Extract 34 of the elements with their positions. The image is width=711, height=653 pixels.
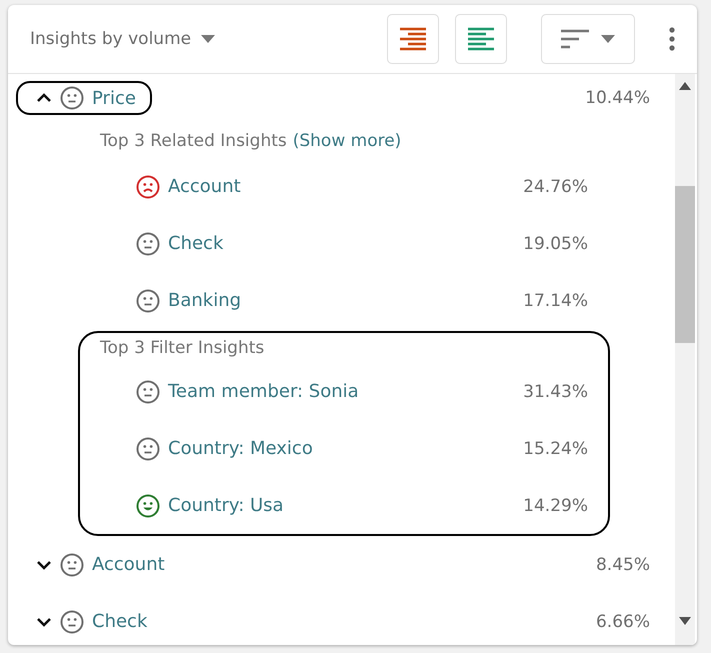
section-heading: Top 3 Filter Insights bbox=[100, 338, 264, 358]
insight-percent: 31.43% bbox=[523, 382, 588, 402]
caret-icon bbox=[601, 35, 615, 43]
insight-percent: 17.14% bbox=[523, 290, 588, 310]
show-more-link[interactable]: (Show more) bbox=[292, 131, 402, 151]
scrollbar[interactable] bbox=[675, 74, 695, 645]
caret-icon bbox=[201, 35, 216, 43]
sort-icon bbox=[561, 29, 589, 49]
topic-label[interactable]: Account bbox=[92, 554, 165, 575]
insight-label[interactable]: Country: Mexico bbox=[168, 438, 313, 459]
scroll-up-icon bbox=[679, 82, 691, 90]
align-left-icon bbox=[468, 27, 494, 51]
insight-label[interactable]: Country: Usa bbox=[168, 495, 284, 516]
align-right-icon bbox=[400, 27, 426, 51]
view-dropdown[interactable]: Insights by volume bbox=[30, 29, 216, 49]
topic-percent: 6.66% bbox=[596, 612, 650, 632]
insight-percent: 24.76% bbox=[523, 176, 588, 196]
topic-label[interactable]: Price bbox=[92, 88, 136, 108]
section-heading: Top 3 Related Insights bbox=[100, 131, 287, 151]
topic-percent: 10.44% bbox=[585, 88, 650, 108]
more-icon bbox=[669, 27, 675, 51]
insight-percent: 14.29% bbox=[523, 496, 588, 516]
insight-label[interactable]: Team member: Sonia bbox=[168, 381, 359, 402]
topic-percent: 8.45% bbox=[596, 554, 650, 574]
insight-label[interactable]: Banking bbox=[168, 290, 242, 311]
insight-percent: 15.24% bbox=[523, 438, 588, 458]
insight-percent: 19.05% bbox=[523, 234, 588, 254]
sort-button[interactable] bbox=[541, 14, 635, 64]
align-left-button[interactable] bbox=[455, 14, 507, 64]
insight-label[interactable]: Check bbox=[168, 233, 224, 254]
insight-label[interactable]: Account bbox=[168, 176, 241, 197]
topic-label[interactable]: Check bbox=[92, 611, 148, 632]
scroll-down-icon bbox=[679, 617, 691, 625]
align-right-button[interactable] bbox=[387, 14, 439, 64]
